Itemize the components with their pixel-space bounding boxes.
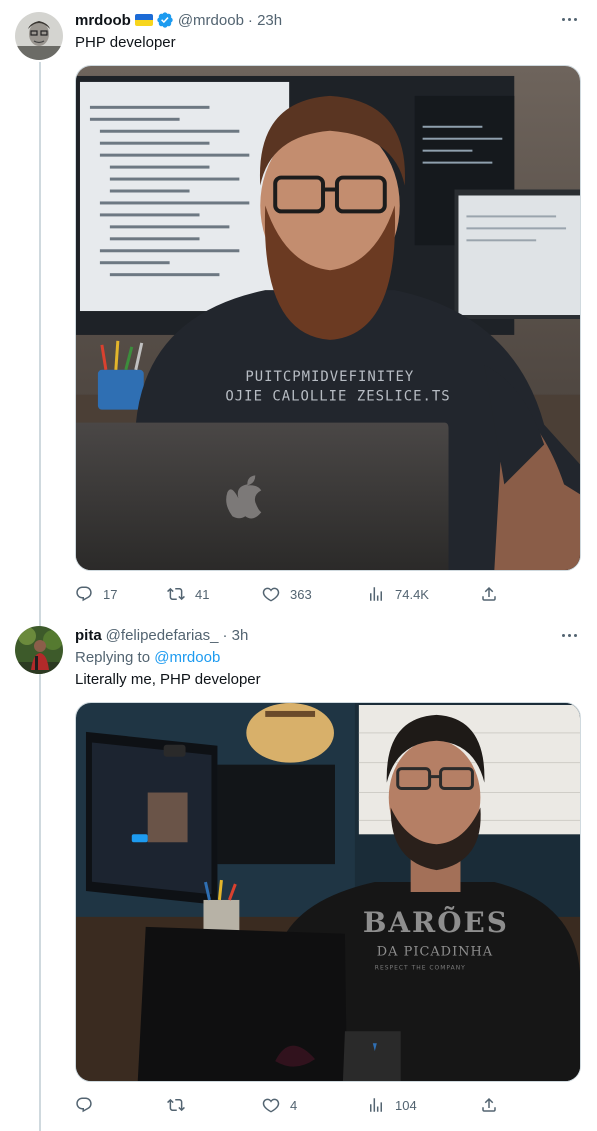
avatar-image (15, 12, 63, 60)
user-handle[interactable]: @felipedefarias_ (106, 627, 219, 644)
reply-button[interactable]: 17 (75, 584, 117, 604)
tweet-header: mrdoob @mrdoob · 23h (75, 10, 282, 30)
retweet-button[interactable]: 41 (167, 584, 209, 604)
like-count: 363 (290, 586, 312, 602)
avatar[interactable] (15, 12, 63, 60)
replying-to-mention[interactable]: @mrdoob (154, 649, 220, 666)
tweet-text: PHP developer (75, 34, 176, 51)
shirt-text-line-3: RESPECT THE COMPANY (375, 965, 466, 972)
like-count: 4 (290, 1097, 298, 1113)
reply-icon (76, 586, 92, 602)
tweet-reply-pita[interactable]: pita @felipedefarias_ · 3h Replying to @… (0, 612, 597, 1131)
tweet-header: pita @felipedefarias_ · 3h (75, 625, 248, 645)
share-button[interactable] (480, 1095, 498, 1115)
views-button[interactable]: 74.4K (367, 584, 429, 604)
retweet-button[interactable] (167, 1095, 185, 1115)
shirt-text-line-2: OJIE CALOLLIE ZESLICE.TS (225, 389, 450, 405)
retweet-count: 41 (195, 586, 210, 602)
retweet-icon (167, 587, 185, 601)
views-count: 104 (395, 1097, 417, 1113)
tweet-mrdoob[interactable]: mrdoob @mrdoob · 23h PHP developer PUITC… (0, 0, 597, 612)
display-name[interactable]: mrdoob (75, 12, 131, 29)
shirt-text-line-2: DA PICADINHA (377, 945, 493, 960)
media-illustration: PUITCPMIDVEFINITEY OJIE CALOLLIE ZESLICE… (76, 66, 580, 570)
more-icon[interactable] (558, 625, 580, 645)
avatar[interactable] (15, 626, 63, 674)
views-icon (370, 1098, 382, 1112)
like-button[interactable]: 4 (262, 1095, 297, 1115)
views-count: 74.4K (395, 586, 429, 602)
media-photo: BARÕES DA PICADINHA RESPECT THE COMPANY (76, 703, 580, 1081)
tweet-actions: 4 104 (75, 1095, 505, 1115)
tweet-media-image[interactable]: PUITCPMIDVEFINITEY OJIE CALOLLIE ZESLICE… (75, 65, 581, 571)
tweet-media-image[interactable]: BARÕES DA PICADINHA RESPECT THE COMPANY (75, 702, 581, 1082)
user-handle[interactable]: @mrdoob (178, 12, 244, 29)
tweet-timestamp[interactable]: · 3h (222, 627, 248, 644)
verified-badge-icon (157, 12, 173, 28)
views-icon (370, 587, 382, 601)
share-icon (482, 586, 496, 601)
reply-button[interactable] (75, 1095, 93, 1115)
tweet-actions: 17 41 363 74.4K (75, 584, 505, 604)
heart-icon (262, 1098, 280, 1113)
more-icon[interactable] (558, 9, 580, 29)
replying-to: Replying to @mrdoob (75, 648, 220, 668)
display-name[interactable]: pita (75, 627, 102, 644)
share-button[interactable] (480, 584, 498, 604)
avatar-image (15, 626, 63, 674)
shirt-text-line-1: BARÕES (363, 905, 509, 939)
replying-to-label: Replying to (75, 649, 151, 666)
like-button[interactable]: 363 (262, 584, 312, 604)
heart-icon (262, 587, 280, 602)
retweet-icon (167, 1098, 185, 1112)
shirt-text-line-1: PUITCPMIDVEFINITEY (245, 369, 414, 385)
reply-icon (76, 1097, 92, 1113)
reply-count: 17 (103, 586, 118, 602)
tweet-timestamp[interactable]: · 23h (248, 12, 282, 29)
views-button[interactable]: 104 (367, 1095, 417, 1115)
share-icon (482, 1097, 496, 1112)
ukraine-flag-icon (134, 14, 153, 26)
tweet-text: Literally me, PHP developer (75, 671, 261, 688)
